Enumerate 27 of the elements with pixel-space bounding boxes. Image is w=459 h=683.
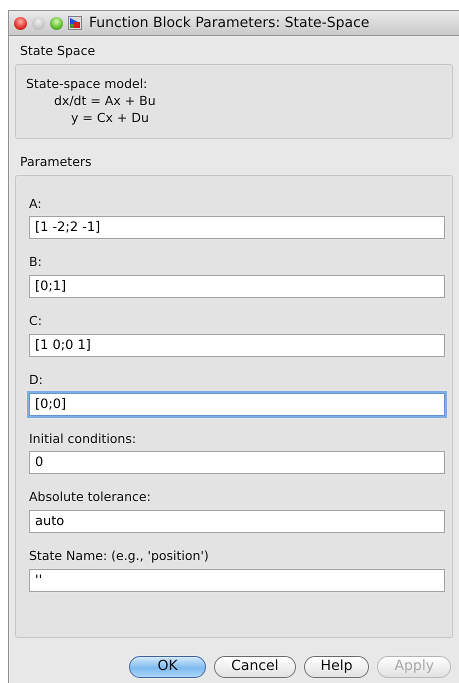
field-label: C: xyxy=(29,312,42,330)
field-label: D: xyxy=(29,370,43,389)
close-icon[interactable] xyxy=(14,16,27,30)
field-label: A: xyxy=(29,194,42,212)
description-line: dx/dt = Ax + Bu xyxy=(53,92,156,109)
field-label: State Name: (e.g., 'position') xyxy=(29,547,209,565)
input-field[interactable]: [1 0;0 1] xyxy=(29,334,445,357)
block-name: State Space xyxy=(19,42,96,60)
dialog-button[interactable]: Cancel xyxy=(214,656,296,678)
field-label: Initial conditions: xyxy=(29,430,136,448)
zoom-icon[interactable] xyxy=(50,16,63,30)
input-field[interactable]: [0;1] xyxy=(29,275,445,298)
input-field[interactable]: [0;0] xyxy=(29,392,445,416)
input-field[interactable]: '' xyxy=(29,568,445,592)
description-line: State-space model: xyxy=(26,74,148,92)
block-icon xyxy=(68,16,82,30)
input-field[interactable]: 0 xyxy=(29,451,445,474)
dialog-button[interactable]: Help xyxy=(304,656,370,678)
field-label: B: xyxy=(29,253,42,272)
field-label: Absolute tolerance: xyxy=(29,488,151,506)
input-field[interactable]: auto xyxy=(29,510,445,533)
input-field[interactable]: [1 -2;2 -1] xyxy=(29,216,445,240)
description-line: y = Cx + Du xyxy=(70,108,149,126)
minimize-icon[interactable] xyxy=(32,16,45,30)
window-title: Function Block Parameters: State-Space xyxy=(89,14,370,32)
dialog-button[interactable]: OK xyxy=(129,656,206,678)
section-heading: Parameters xyxy=(19,152,93,171)
